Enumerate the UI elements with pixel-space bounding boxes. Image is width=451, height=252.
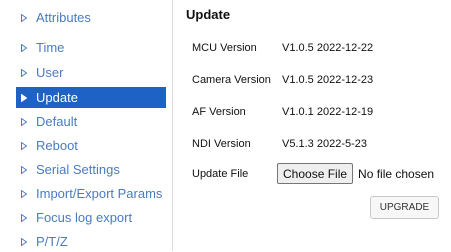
triangle-right-icon	[20, 165, 28, 174]
choose-file-button[interactable]: Choose File	[277, 163, 354, 184]
ndi-version-value: V5.1.3 2022-5-23	[282, 138, 368, 150]
sidebar-item-focus-log-export[interactable]: Focus log export	[16, 207, 166, 228]
af-version-label: AF Version	[192, 106, 246, 118]
sidebar-item-label: User	[36, 65, 64, 80]
sidebar-item-label: Focus log export	[36, 210, 133, 225]
file-status: No file chosen	[358, 166, 435, 181]
triangle-right-icon	[20, 117, 28, 126]
file-input[interactable]: Choose File No file chosen	[277, 163, 434, 184]
triangle-right-icon	[20, 213, 28, 222]
triangle-right-icon	[20, 189, 28, 198]
triangle-right-icon	[20, 237, 28, 246]
sidebar-item-update[interactable]: Update	[16, 87, 166, 108]
camera-version-label: Camera Version	[192, 74, 271, 86]
update-panel: Update MCU Version V1.0.5 2022-12-22 Cam…	[173, 0, 451, 251]
upgrade-button[interactable]: UPGRADE	[370, 196, 439, 219]
mcu-version-label: MCU Version	[192, 42, 257, 54]
sidebar-nav: Attributes Time User Update Default Rebo…	[0, 0, 173, 251]
sidebar-item-ptz[interactable]: P/T/Z	[16, 231, 166, 252]
af-version-value: V1.0.1 2022-12-19	[282, 106, 374, 118]
sidebar-item-serial-settings[interactable]: Serial Settings	[16, 159, 166, 180]
sidebar-item-attributes[interactable]: Attributes	[16, 7, 166, 28]
sidebar-item-default[interactable]: Default	[16, 111, 166, 132]
triangle-right-icon	[20, 43, 28, 52]
page-title: Update	[186, 7, 231, 22]
camera-version-value: V1.0.5 2022-12-23	[282, 74, 374, 86]
sidebar-item-reboot[interactable]: Reboot	[16, 135, 166, 156]
sidebar-item-label: Default	[36, 114, 78, 129]
sidebar-item-user[interactable]: User	[16, 62, 166, 83]
triangle-right-icon	[20, 93, 28, 102]
triangle-right-icon	[20, 141, 28, 150]
sidebar-item-label: Import/Export Params	[36, 186, 163, 201]
sidebar-item-label: Attributes	[36, 10, 91, 25]
sidebar-item-label: P/T/Z	[36, 234, 68, 249]
sidebar-item-label: Update	[36, 90, 78, 105]
triangle-right-icon	[20, 13, 28, 22]
update-file-label: Update File	[192, 168, 249, 180]
mcu-version-value: V1.0.5 2022-12-22	[282, 42, 374, 54]
sidebar-item-label: Serial Settings	[36, 162, 120, 177]
triangle-right-icon	[20, 68, 28, 77]
sidebar-item-label: Reboot	[36, 138, 78, 153]
ndi-version-label: NDI Version	[192, 138, 251, 150]
sidebar-item-time[interactable]: Time	[16, 37, 166, 58]
sidebar-item-label: Time	[36, 40, 65, 55]
sidebar-item-import-export-params[interactable]: Import/Export Params	[16, 183, 166, 204]
